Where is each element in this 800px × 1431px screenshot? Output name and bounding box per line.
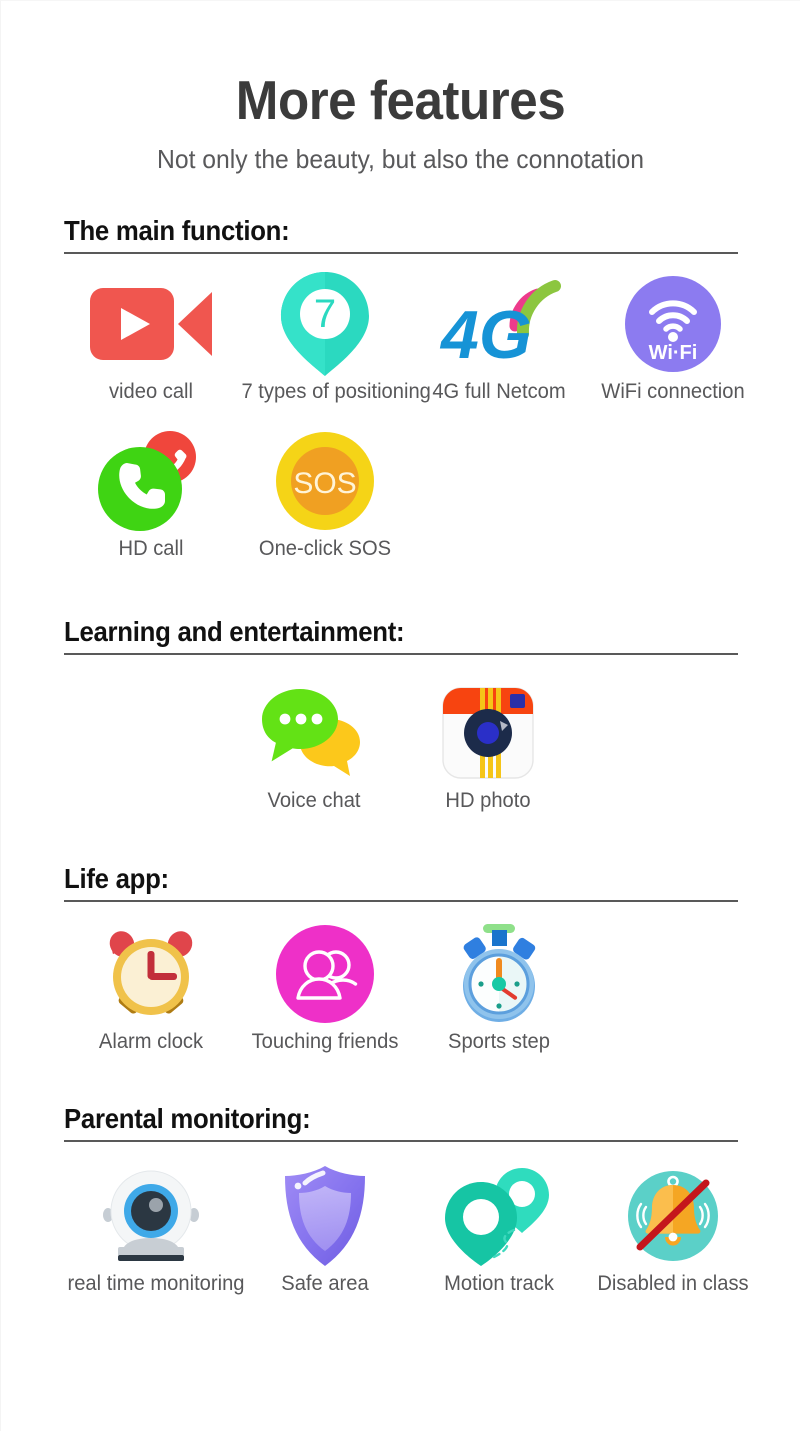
feature-alarm-clock[interactable]: Alarm clock xyxy=(64,918,238,1053)
feature-page: More features Not only the beauty, but a… xyxy=(0,0,800,1431)
sos-text: SOS xyxy=(293,467,356,500)
section-divider xyxy=(63,900,738,903)
section-life-app: Life app: Alarm clock Touching friends S… xyxy=(63,863,738,1053)
feature-label: Disabled in class xyxy=(596,1271,749,1295)
camera-photo-icon xyxy=(401,677,575,789)
hero-header: More features Not only the beauty, but a… xyxy=(1,1,800,174)
feature-label: real time monitoring xyxy=(66,1271,245,1295)
feature-row: real time monitoring Safe area Motion tr… xyxy=(64,1160,748,1295)
stopwatch-icon xyxy=(412,918,586,1030)
feature-label: Sports step xyxy=(447,1030,550,1054)
feature-safe-area[interactable]: Safe area xyxy=(238,1160,412,1295)
four-g-signal-icon: 4G xyxy=(412,268,586,380)
video-camera-icon xyxy=(64,268,238,380)
section-heading: Parental monitoring: xyxy=(63,1102,311,1134)
feature-sports-step[interactable]: Sports step xyxy=(412,918,586,1053)
section-learning: Learning and entertainment: Voice chat H… xyxy=(63,615,738,812)
feature-label: WiFi connection xyxy=(600,380,745,404)
feature-disabled-in-class[interactable]: Disabled in class xyxy=(586,1160,760,1295)
feature-label: 7 types of positioning xyxy=(240,380,431,404)
feature-label: Voice chat xyxy=(266,788,361,812)
feature-label: Motion track xyxy=(443,1271,554,1295)
feature-label: Touching friends xyxy=(251,1030,398,1054)
feature-4g[interactable]: 4G 4G full Netcom xyxy=(412,268,586,403)
wifi-text: Wi·Fi xyxy=(648,342,697,364)
shield-icon xyxy=(238,1160,412,1272)
page-subtitle: Not only the beauty, but also the connot… xyxy=(156,144,645,174)
feature-row: HD call SOS One-click SOS xyxy=(64,425,738,560)
feature-label: Safe area xyxy=(280,1271,369,1295)
feature-label: 4G full Netcom xyxy=(431,380,566,404)
feature-touching-friends[interactable]: Touching friends xyxy=(238,918,412,1053)
feature-wifi[interactable]: Wi·Fi WiFi connection xyxy=(586,268,760,403)
pin-count-text: 7 xyxy=(313,292,335,336)
bell-disabled-icon xyxy=(586,1160,760,1272)
section-divider xyxy=(63,652,738,655)
feature-positioning[interactable]: 7 7 types of positioning xyxy=(238,268,431,404)
feature-motion-track[interactable]: Motion track xyxy=(412,1160,586,1295)
feature-hd-call[interactable]: HD call xyxy=(64,425,238,560)
feature-hd-photo[interactable]: HD photo xyxy=(401,677,575,812)
speech-bubble-icon xyxy=(227,677,401,789)
feature-row: Voice chat HD photo xyxy=(64,677,738,812)
feature-sos[interactable]: SOS One-click SOS xyxy=(238,425,412,560)
section-divider xyxy=(63,1139,738,1142)
feature-label: HD photo xyxy=(444,788,531,812)
section-heading: The main function: xyxy=(63,215,290,246)
phone-call-icon xyxy=(64,425,238,537)
map-pin-seven-icon: 7 xyxy=(238,268,412,380)
feature-real-time-monitoring[interactable]: real time monitoring xyxy=(64,1160,245,1295)
section-divider xyxy=(63,252,738,255)
page-title: More features xyxy=(235,69,566,131)
four-g-text: 4G xyxy=(439,297,532,373)
friends-icon xyxy=(238,918,412,1030)
motion-track-icon xyxy=(412,1160,586,1272)
section-parental-monitoring: Parental monitoring: real time monitorin… xyxy=(63,1102,748,1295)
feature-video-call[interactable]: video call xyxy=(64,268,238,403)
sos-icon: SOS xyxy=(238,425,412,537)
feature-label: Alarm clock xyxy=(98,1030,203,1054)
alarm-clock-icon xyxy=(64,918,238,1030)
section-heading: Life app: xyxy=(63,863,169,895)
wifi-circle-icon: Wi·Fi xyxy=(586,268,760,380)
feature-label: video call xyxy=(108,380,193,404)
feature-label: HD call xyxy=(118,537,183,561)
feature-voice-chat[interactable]: Voice chat xyxy=(227,677,401,812)
section-heading: Learning and entertainment: xyxy=(63,615,405,647)
feature-row: Alarm clock Touching friends Sports step xyxy=(64,918,738,1053)
section-main-function: The main function: video call 7 7 types … xyxy=(63,215,744,561)
feature-label: One-click SOS xyxy=(258,537,391,561)
webcam-icon xyxy=(64,1160,238,1272)
feature-row: video call 7 7 types of positioning 4G 4… xyxy=(64,268,744,404)
